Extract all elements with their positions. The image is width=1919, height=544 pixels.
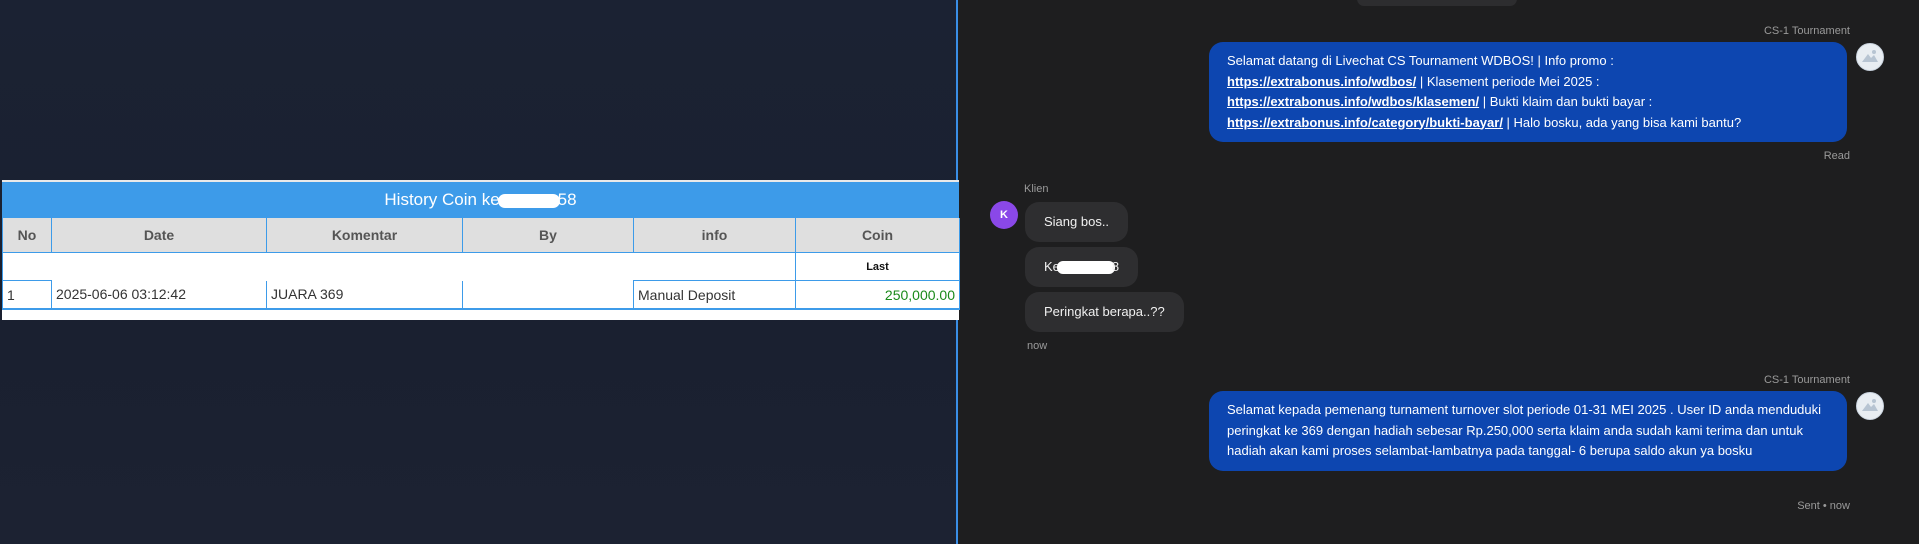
agent-message-winner: Selamat kepada pemenang turnament turnov…: [1209, 391, 1847, 471]
client-message: Peringkat berapa..??: [1025, 292, 1184, 332]
cell-coin: 250,000.00: [795, 280, 960, 310]
agent-name: CS-1 Tournament: [1763, 25, 1850, 37]
welcome-line-4: | Halo bosku, ada yang bisa kami bantu?: [1502, 114, 1742, 130]
chat-panel[interactable]: CS-1 Tournament Selamat datang di Livech…: [960, 0, 1919, 544]
agent-message-welcome: Selamat datang di Livechat CS Tournament…: [1209, 42, 1847, 142]
agent-avatar: [1856, 43, 1884, 71]
read-status: Read: [1823, 150, 1850, 162]
agent-avatar-icon: [1862, 399, 1878, 411]
col-header-by[interactable]: By: [462, 218, 634, 253]
table-row-last: Last: [2, 252, 960, 281]
agent-avatar: [1856, 392, 1884, 420]
col-header-komentar[interactable]: Komentar: [266, 218, 463, 253]
cell-info: Manual Deposit: [633, 280, 796, 310]
client-avatar: K: [990, 201, 1018, 229]
cell-date: 2025-06-06 03:12:42: [51, 280, 267, 310]
date-separator-pill: [1357, 0, 1517, 6]
agent-avatar-icon: [1862, 50, 1878, 62]
client-time: now: [1027, 340, 1048, 352]
col-header-info[interactable]: info: [633, 218, 796, 253]
redacted-username: [1056, 261, 1115, 275]
client-message-suffix: 8: [1111, 259, 1120, 274]
welcome-line-2: | Klasement periode Mei 2025 :: [1416, 73, 1600, 89]
history-title-prefix: History Coin ke: [384, 190, 500, 209]
history-coin-table: History Coin ke 58 No Date Komentar By in…: [2, 180, 960, 320]
promo-link[interactable]: https://extrabonus.info/wdbos/: [1227, 74, 1416, 89]
redacted-username: [497, 193, 560, 208]
col-header-no[interactable]: No: [2, 218, 52, 253]
client-message: Siang bos..: [1025, 202, 1129, 242]
agent-name: CS-1 Tournament: [1763, 374, 1850, 386]
col-header-date[interactable]: Date: [51, 218, 267, 253]
cell-by: [462, 280, 634, 310]
coin-table: No Date Komentar By info Coin Last 1 202…: [2, 218, 960, 310]
table-header-row: No Date Komentar By info Coin: [2, 218, 960, 253]
welcome-line-1: Selamat datang di Livechat CS Tournament…: [1227, 53, 1614, 68]
cell-no: 1: [2, 280, 52, 310]
left-panel: History Coin ke 58 No Date Komentar By in…: [0, 0, 960, 544]
history-title: History Coin ke 58: [2, 182, 959, 218]
sent-status: Sent • now: [1797, 500, 1850, 512]
col-header-coin[interactable]: Coin: [795, 218, 960, 253]
client-message: Ke 8: [1025, 247, 1139, 287]
bukti-bayar-link[interactable]: https://extrabonus.info/category/bukti-b…: [1227, 115, 1503, 130]
client-name: Klien: [1024, 183, 1049, 195]
cell-komentar: JUARA 369: [266, 280, 463, 310]
last-label: Last: [795, 252, 960, 281]
klasemen-link[interactable]: https://extrabonus.info/wdbos/klasemen/: [1227, 94, 1479, 109]
table-row: 1 2025-06-06 03:12:42 JUARA 369 Manual D…: [2, 280, 960, 310]
welcome-line-3: | Bukti klaim dan bukti bayar :: [1479, 94, 1653, 109]
history-title-suffix: 58: [557, 190, 577, 209]
